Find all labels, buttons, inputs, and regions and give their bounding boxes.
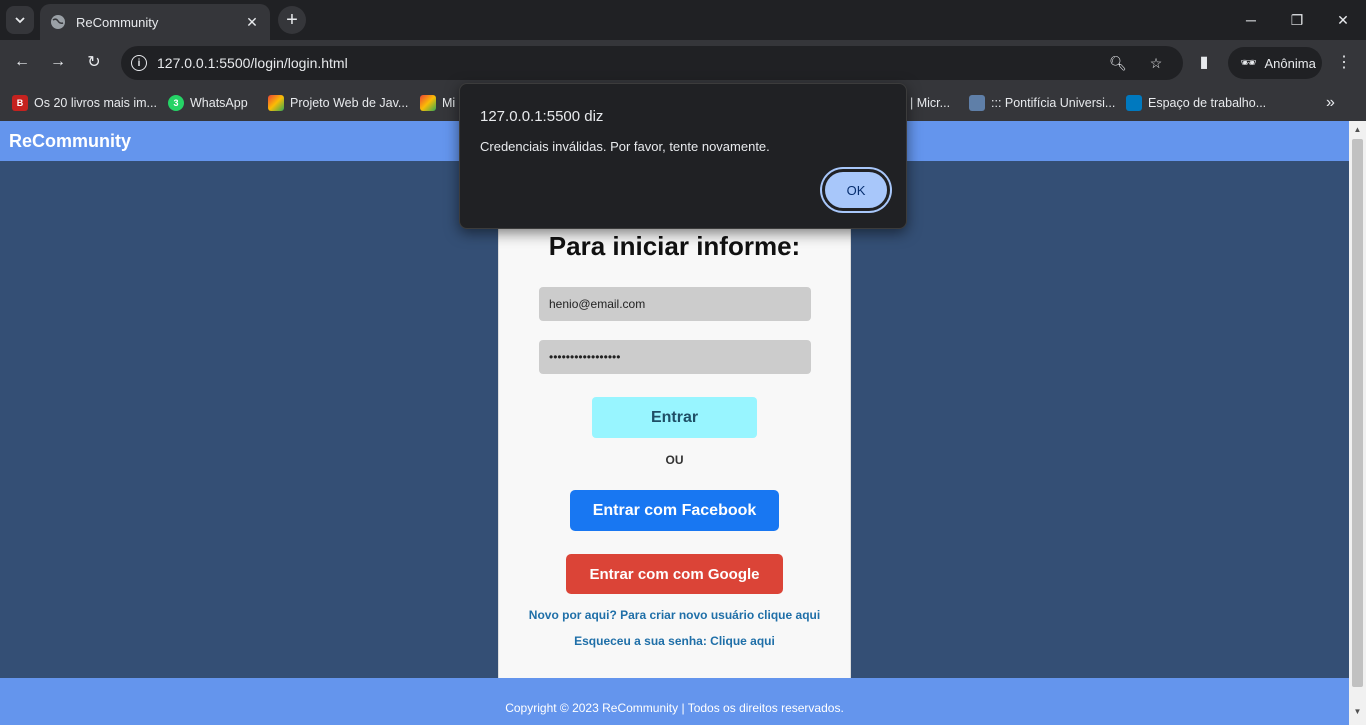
browser-toolbar: ← → ↻ i 127.0.0.1:5500/login/login.html … [0,40,1366,85]
tab-title: ReCommunity [76,14,159,30]
google-login-button[interactable]: Entrar com com Google [566,554,783,594]
dialog-title: 127.0.0.1:5500 diz [480,108,604,125]
address-bar[interactable]: i 127.0.0.1:5500/login/login.html 🔍︎ ☆ [121,46,1183,80]
incognito-icon: 🕶︎ [1240,55,1257,70]
bookmark-item[interactable]: Projeto Web de Jav... [268,93,408,113]
forward-icon[interactable]: → [44,48,72,76]
chevron-down-icon [15,17,25,24]
restore-icon[interactable]: ❐ [1274,0,1320,40]
bookmark-item[interactable]: Mi [420,93,455,113]
bookmark-label: Projeto Web de Jav... [290,96,409,110]
close-tab-icon[interactable]: ✕ [244,14,260,30]
alert-dialog: 127.0.0.1:5500 diz Credenciais inválidas… [459,83,907,229]
page-scrollbar[interactable]: ▲ ▼ [1349,121,1366,725]
bookmark-favicon: B [12,95,28,111]
back-icon[interactable]: ← [8,48,36,76]
globe-icon [50,14,66,30]
bookmark-item[interactable]: Espaço de trabalho... [1126,93,1266,113]
address-text: 127.0.0.1:5500/login/login.html [157,55,348,71]
bookmark-label: | Micr... [910,96,951,110]
close-window-icon[interactable]: ✕ [1320,0,1366,40]
facebook-login-button[interactable]: Entrar com Facebook [570,490,779,531]
site-info-icon[interactable]: i [131,55,147,71]
whatsapp-icon: 3 [168,95,184,111]
scroll-down-icon[interactable]: ▼ [1353,707,1362,716]
bookmark-label: Espaço de trabalho... [1148,96,1267,110]
incognito-label: Anônima [1264,55,1316,71]
bookmark-item[interactable]: 3 WhatsApp [168,93,248,113]
bookmark-favicon [420,95,436,111]
site-footer: Copyright © 2023 ReCommunity | Todos os … [0,678,1349,725]
login-button[interactable]: Entrar [592,397,757,438]
zoom-icon[interactable]: 🔍︎ [1109,54,1127,72]
reload-icon[interactable]: ↻ [80,48,108,76]
bookmark-label: WhatsApp [190,96,248,110]
site-brand[interactable]: ReCommunity [9,131,131,152]
tab-strip: ReCommunity ✕ + ─ ❐ ✕ [0,0,1366,40]
login-card: Para iniciar informe: henio@email.com ••… [498,161,851,678]
footer-text: Copyright © 2023 ReCommunity | Todos os … [505,701,844,715]
login-heading: Para iniciar informe: [548,231,801,261]
email-field[interactable]: henio@email.com [539,287,811,321]
scrollbar-thumb[interactable] [1352,139,1363,687]
bookmark-favicon [268,95,284,111]
bookmark-favicon [969,95,985,111]
password-field[interactable]: ••••••••••••••••• [539,340,811,374]
tab-search-button[interactable] [6,6,34,34]
bookmark-item[interactable]: B Os 20 livros mais im... [12,93,157,113]
scroll-up-icon[interactable]: ▲ [1353,125,1362,134]
bookmark-item[interactable]: | Micr... [910,93,950,113]
menu-icon[interactable]: ⋮ [1330,48,1358,76]
minimize-icon[interactable]: ─ [1228,0,1274,40]
side-panel-icon[interactable]: ▮ [1190,48,1218,76]
bookmark-label: Mi [442,96,456,110]
forgot-password-link[interactable]: Esqueceu a sua senha: Clique aqui [499,634,850,648]
signup-link[interactable]: Novo por aqui? Para criar novo usuário c… [499,608,850,622]
bookmark-label: ::: Pontifícia Universi... [991,96,1116,110]
trello-icon [1126,95,1142,111]
more-bookmarks-icon[interactable]: » [1326,93,1335,113]
incognito-chip[interactable]: 🕶︎ Anônima [1228,47,1322,79]
bookmark-star-icon[interactable]: ☆ [1147,54,1165,72]
bookmark-item[interactable]: ::: Pontifícia Universi... [969,93,1115,113]
dialog-message: Credenciais inválidas. Por favor, tente … [480,139,770,154]
or-divider: OU [665,453,684,467]
new-tab-button[interactable]: + [278,6,306,34]
ok-button[interactable]: OK [822,169,890,211]
browser-tab[interactable]: ReCommunity ✕ [40,4,270,40]
bookmark-label: Os 20 livros mais im... [34,96,157,110]
